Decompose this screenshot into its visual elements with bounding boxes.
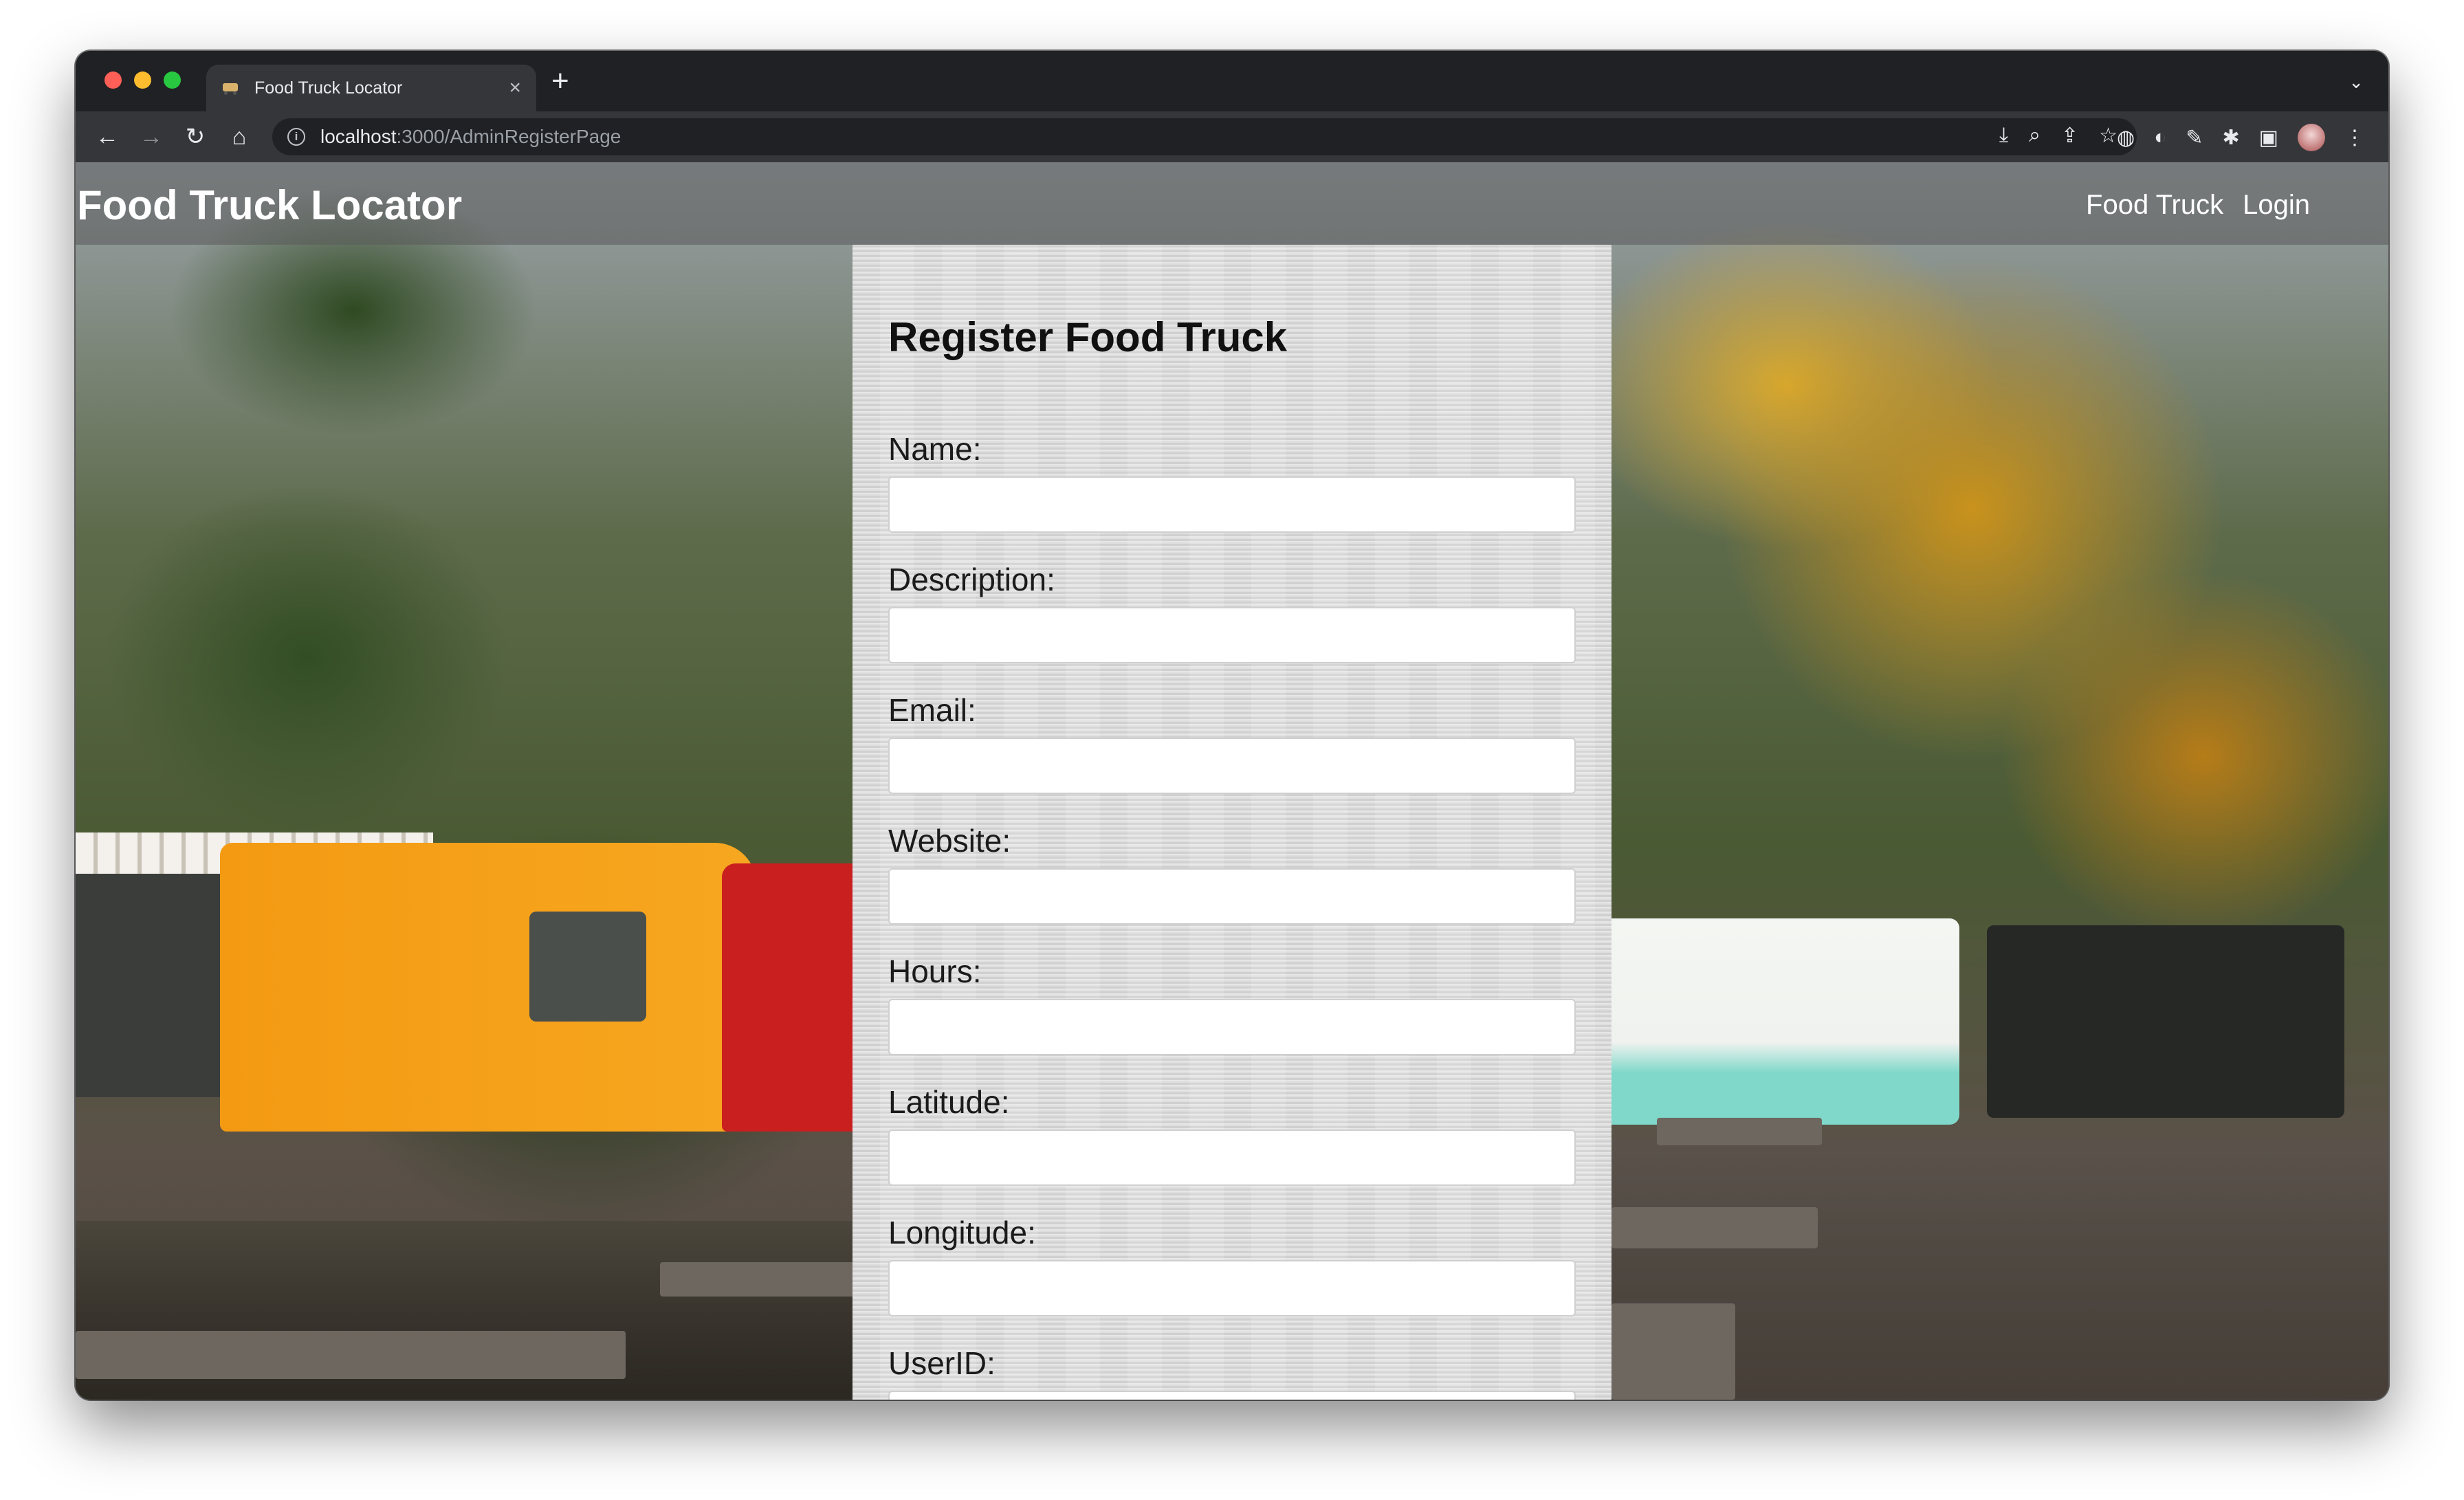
nav-food-truck-link[interactable]: Food Truck — [2076, 190, 2233, 221]
translate-extension-icon[interactable]: ◐ — [2154, 126, 2166, 149]
hours-input[interactable] — [888, 999, 1576, 1055]
new-tab-button[interactable]: + — [551, 66, 569, 96]
email-input[interactable] — [888, 738, 1576, 794]
close-window-button[interactable] — [104, 71, 122, 89]
email-field-group: Email: — [888, 691, 1576, 794]
form-title: Register Food Truck — [888, 314, 1288, 360]
tab-title: Food Truck Locator — [254, 78, 403, 98]
bench-shape — [76, 1331, 626, 1379]
latitude-label: Latitude: — [888, 1084, 1010, 1120]
bench-shape — [660, 1262, 866, 1297]
omnibox-actions: ⤓ ⌕ ⇪ ☆ — [1999, 124, 2118, 148]
tab-food-truck-locator[interactable]: Food Truck Locator × — [206, 65, 536, 111]
tab-strip: Food Truck Locator × + ⌄ — [76, 51, 2388, 111]
window-controls — [104, 71, 181, 89]
longitude-input[interactable] — [888, 1260, 1576, 1316]
longitude-field-group: Longitude: — [888, 1213, 1576, 1316]
back-icon[interactable]: ← — [85, 125, 129, 148]
black-truck-shape — [1987, 925, 2344, 1118]
install-app-icon[interactable]: ⤓ — [1999, 124, 2008, 148]
truck-favicon-icon — [221, 80, 242, 96]
site-brand[interactable]: Food Truck Locator — [77, 181, 462, 229]
forward-icon[interactable]: → — [129, 125, 173, 148]
zoom-window-button[interactable] — [164, 71, 181, 89]
website-input[interactable] — [888, 868, 1576, 925]
share-icon[interactable]: ⇪ — [2061, 124, 2078, 148]
site-info-icon[interactable]: i — [287, 128, 305, 146]
email-label: Email: — [888, 692, 976, 728]
side-panel-icon[interactable]: ▣ — [2259, 126, 2278, 150]
hours-label: Hours: — [888, 953, 982, 989]
latitude-input[interactable] — [888, 1129, 1576, 1186]
address-bar[interactable]: i localhost :3000/AdminRegisterPage ⤓ ⌕ … — [272, 118, 2137, 155]
extensions-area: ◍ ◐ ✎ ✱ ▣ ⋮ — [2117, 124, 2365, 151]
tab-search-chevron-icon[interactable]: ⌄ — [2348, 71, 2364, 93]
bookmark-star-icon[interactable]: ☆ — [2099, 124, 2118, 148]
gray-truck-shape — [76, 850, 234, 1097]
puzzle-extensions-icon[interactable]: ✱ — [2223, 126, 2240, 150]
profile-avatar[interactable] — [2298, 124, 2325, 151]
description-field-group: Description: — [888, 560, 1576, 663]
edit-extension-icon[interactable]: ✎ — [2186, 126, 2203, 150]
userid-label: UserID: — [888, 1345, 996, 1381]
nav-login-link[interactable]: Login — [2233, 190, 2320, 221]
page-viewport: Food Truck Locator Food Truck Login Regi… — [76, 162, 2388, 1400]
url-path: :3000/AdminRegisterPage — [396, 126, 622, 147]
home-icon[interactable]: ⌂ — [217, 125, 261, 148]
bench-shape — [1612, 1303, 1735, 1400]
orange-truck-shape — [220, 843, 756, 1132]
userid-input[interactable] — [888, 1391, 1576, 1400]
browser-toolbar: ← → ↻ ⌂ i localhost :3000/AdminRegisterP… — [76, 111, 2388, 162]
minimize-window-button[interactable] — [134, 71, 151, 89]
website-field-group: Website: — [888, 821, 1576, 925]
userid-field-group: UserID: — [888, 1344, 1576, 1400]
bench-shape — [1612, 1207, 1818, 1248]
mint-truck-shape — [1602, 918, 1959, 1125]
url-host: localhost — [320, 126, 397, 147]
hours-field-group: Hours: — [888, 952, 1576, 1055]
description-label: Description: — [888, 562, 1055, 597]
description-input[interactable] — [888, 607, 1576, 663]
reload-icon[interactable]: ↻ — [173, 125, 217, 148]
name-label: Name: — [888, 431, 982, 467]
kebab-menu-icon[interactable]: ⋮ — [2344, 126, 2365, 150]
website-label: Website: — [888, 823, 1011, 859]
red-truck-shape — [722, 863, 859, 1132]
site-header: Food Truck Locator Food Truck Login — [76, 162, 2388, 245]
name-input[interactable] — [888, 476, 1576, 533]
close-tab-icon[interactable]: × — [509, 78, 521, 98]
latitude-field-group: Latitude: — [888, 1083, 1576, 1186]
browser-window: Food Truck Locator × + ⌄ ← → ↻ ⌂ i local… — [76, 51, 2388, 1400]
site-nav: Food Truck Login — [2076, 190, 2320, 221]
longitude-label: Longitude: — [888, 1215, 1036, 1250]
shield-extension-icon[interactable]: ◍ — [2117, 126, 2135, 150]
bench-shape — [1657, 1118, 1822, 1145]
zoom-icon[interactable]: ⌕ — [2029, 124, 2040, 148]
register-form-card: Register Food Truck Name: Description: E… — [852, 245, 1612, 1400]
name-field-group: Name: — [888, 430, 1576, 533]
